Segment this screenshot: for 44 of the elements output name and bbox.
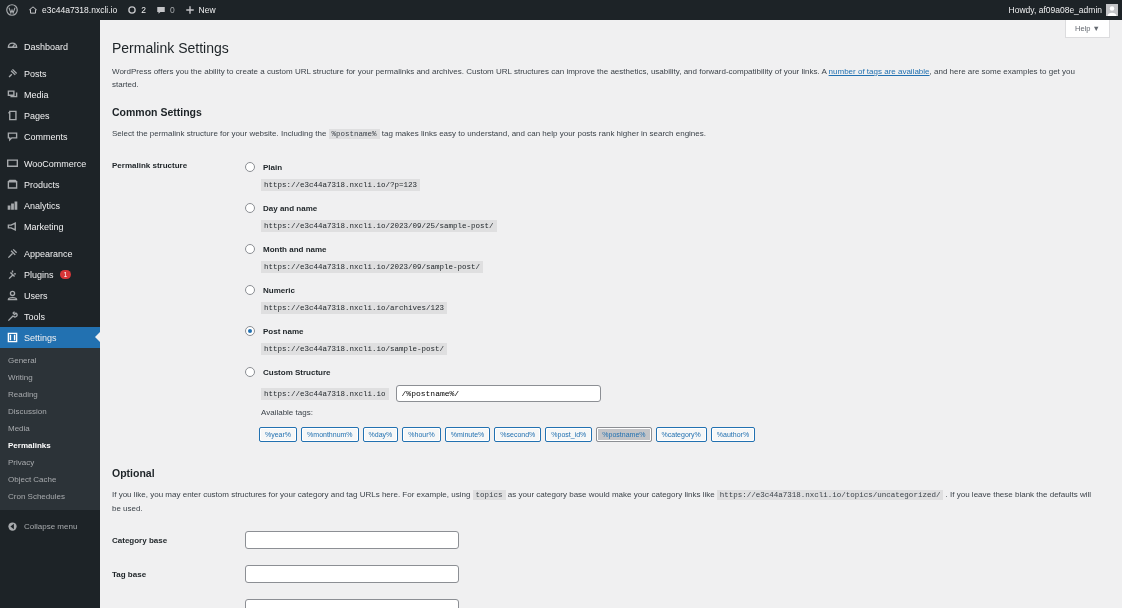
field-label: Permalink structure [112, 161, 189, 172]
option-label: Day and name [263, 203, 318, 213]
submenu-item[interactable]: Privacy [0, 454, 100, 471]
tags-link[interactable]: number of tags are available [828, 67, 930, 76]
field-label: Tag base [112, 569, 147, 579]
custom-structure-field[interactable]: /%postname%/ [395, 385, 601, 402]
submenu-item[interactable]: Writing [0, 369, 100, 386]
submenu-item[interactable]: Cron Schedules [0, 488, 100, 505]
new-content-link[interactable]: New [184, 5, 216, 15]
submenu-item[interactable]: Object Cache [0, 471, 100, 488]
menu-item[interactable]: Analytics [0, 195, 100, 216]
menu-item[interactable]: Users [0, 285, 100, 306]
submenu-item[interactable]: Permalinks [0, 437, 100, 454]
section-heading: Optional [112, 467, 156, 479]
menu-item[interactable]: Dashboard [0, 36, 100, 57]
option-label: Post name [263, 326, 304, 336]
menu-item[interactable]: Settings [0, 327, 100, 348]
menu-item[interactable]: Pages [0, 105, 100, 126]
menu-item[interactable]: Media [0, 84, 100, 105]
page-title: Permalink Settings [112, 40, 229, 56]
collapse-menu-button[interactable]: Collapse menu [0, 516, 100, 537]
option-label: Numeric [263, 285, 295, 295]
submenu-item[interactable]: General [0, 352, 100, 369]
field-label: Category base [112, 535, 168, 545]
site-name-link[interactable]: e3c44a7318.nxcli.io [28, 5, 118, 15]
option-label: Month and name [263, 244, 327, 254]
menu-item[interactable]: Posts [0, 63, 100, 84]
menu-item[interactable]: WooCommerce [0, 153, 100, 174]
option-label: Custom Structure [263, 367, 331, 377]
menu-item[interactable]: Appearance [0, 243, 100, 264]
section-heading: Common Settings [112, 106, 203, 118]
available-tags-label: Available tags: [261, 408, 314, 417]
menu-item[interactable]: Marketing [0, 216, 100, 237]
menu-item[interactable]: Products [0, 174, 100, 195]
intro-paragraph: WordPress offers you the ability to create a custom URL structure for your permalinks and archives. Custom URL structures can improve the aesthetics, usability, and forward-compatibility of your links. A number of tags are available, and here are some examples to get you started. [112, 66, 1076, 91]
submenu-item[interactable]: Discussion [0, 403, 100, 420]
menu-item[interactable]: Comments [0, 126, 100, 147]
comments-link[interactable]: 0 [155, 5, 175, 15]
updates-link[interactable]: 2 [127, 5, 146, 15]
menu-item[interactable]: Tools [0, 306, 100, 327]
submenu-item[interactable]: Reading [0, 386, 100, 403]
option-label: Plain [263, 162, 283, 172]
submenu-item[interactable]: Media [0, 420, 100, 437]
account-link[interactable]: Howdy, af09a08e_admin [1008, 5, 1102, 15]
